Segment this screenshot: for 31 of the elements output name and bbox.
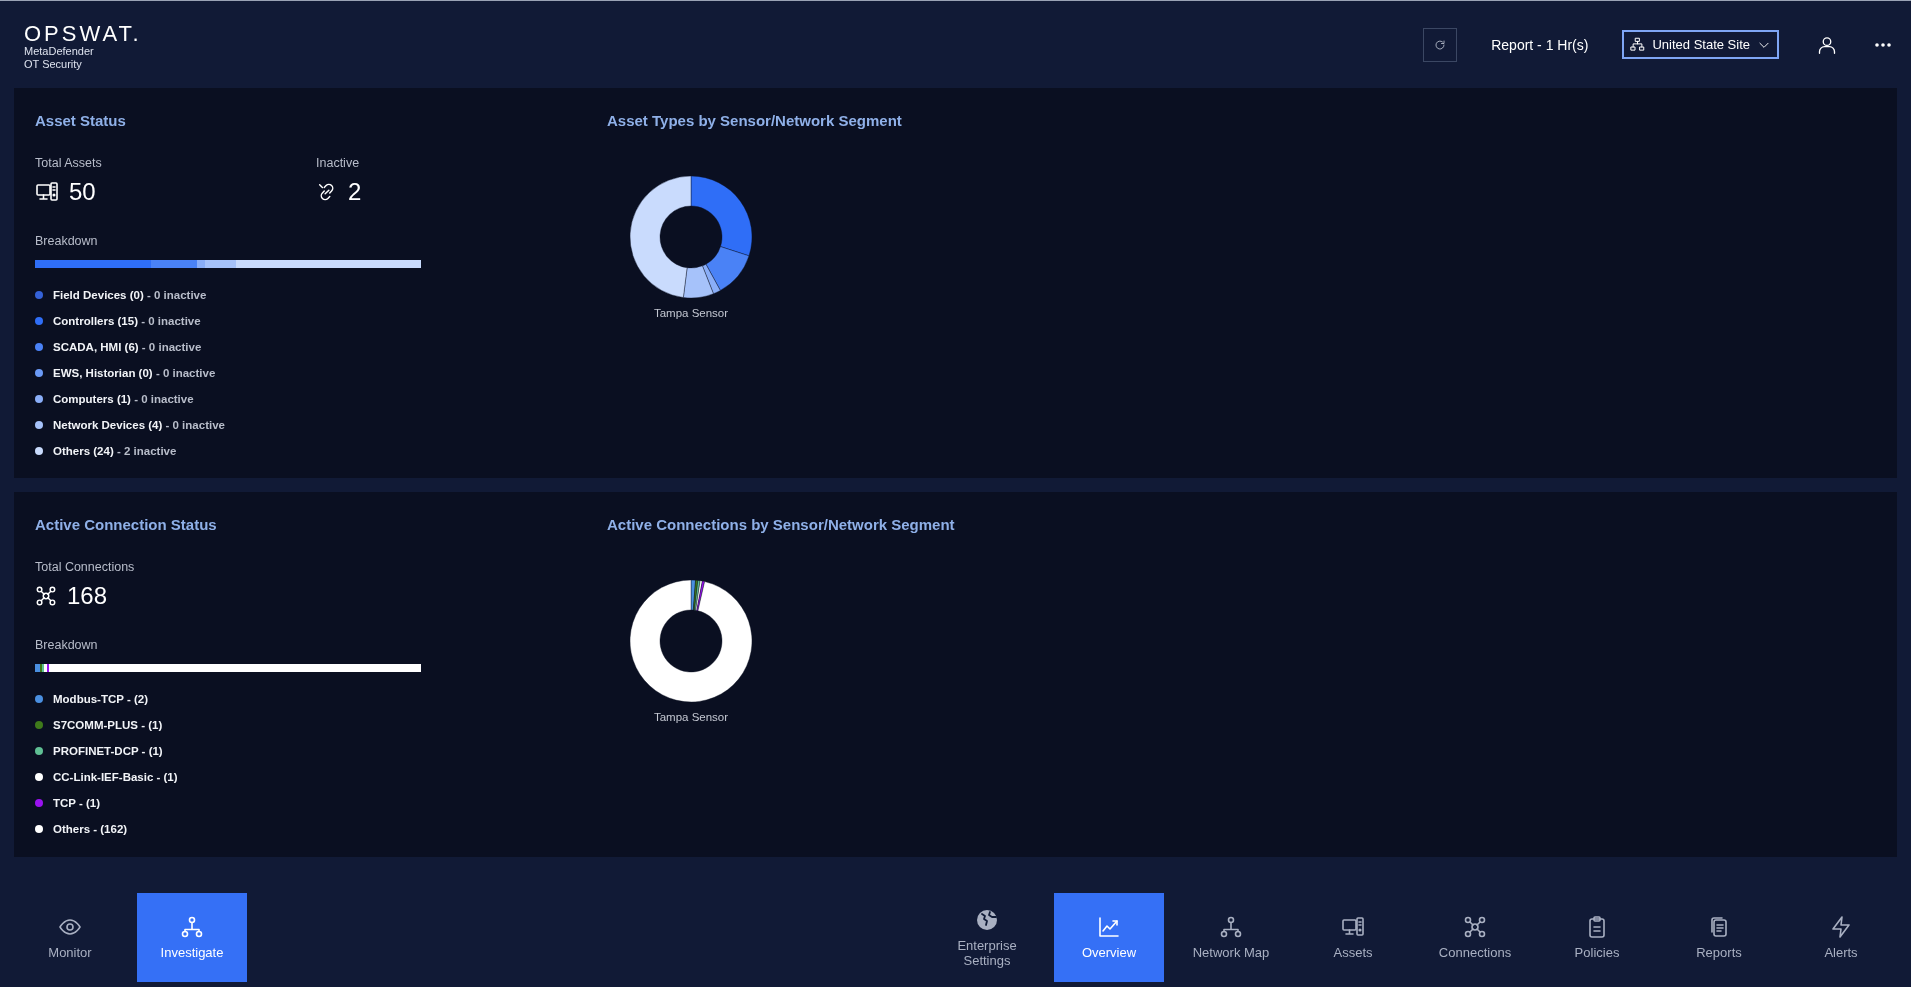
legend-label: SCADA, HMI (6) - 0 inactive — [53, 340, 202, 353]
legend-label: Field Devices (0) - 0 inactive — [53, 288, 207, 301]
logo: OPSWAT. — [24, 22, 142, 45]
legend-label: Others (24) - 2 inactive — [53, 444, 177, 457]
stat-label: Total Assets — [35, 156, 103, 170]
legend-label: EWS, Historian (0) - 0 inactive — [53, 366, 216, 379]
panel-title: Asset Status — [35, 112, 127, 129]
legend-label: Controllers (15) - 0 inactive — [53, 314, 201, 327]
legend-label: S7COMM-PLUS - (1) — [53, 718, 163, 731]
product-subtitle: OT Security — [24, 57, 83, 71]
legend-label: PROFINET-DCP - (1) — [53, 744, 163, 757]
chart-title: Active Connections by Sensor/Network Segment — [607, 516, 955, 533]
legend-label: TCP - (1) — [53, 796, 101, 809]
breakdown-label: Breakdown — [35, 638, 99, 652]
legend-label: Modbus-TCP - (2) — [53, 692, 148, 705]
legend-label: Computers (1) - 0 inactive — [53, 392, 194, 405]
product-name: MetaDefender — [24, 44, 95, 58]
stat-label: Inactive — [316, 156, 361, 170]
stat-value: 2 — [348, 178, 362, 206]
panel-title: Active Connection Status — [35, 516, 218, 533]
legend-label: CC-Link-IEF-Basic - (1) — [53, 770, 178, 783]
chart-title: Asset Types by Sensor/Network Segment — [607, 112, 902, 129]
legend-label: Network Devices (4) - 0 inactive — [53, 418, 225, 431]
chart-label: Tampa Sensor — [653, 711, 729, 723]
breakdown-label: Breakdown — [35, 234, 99, 248]
legend-label: Others - (162) — [53, 822, 128, 835]
stat-value: 50 — [69, 178, 96, 206]
stat-value: 168 — [67, 582, 108, 610]
stat-label: Total Connections — [35, 560, 136, 574]
report-period: Report - 1 Hr(s) — [1491, 36, 1589, 53]
chart-label: Tampa Sensor — [653, 307, 729, 319]
